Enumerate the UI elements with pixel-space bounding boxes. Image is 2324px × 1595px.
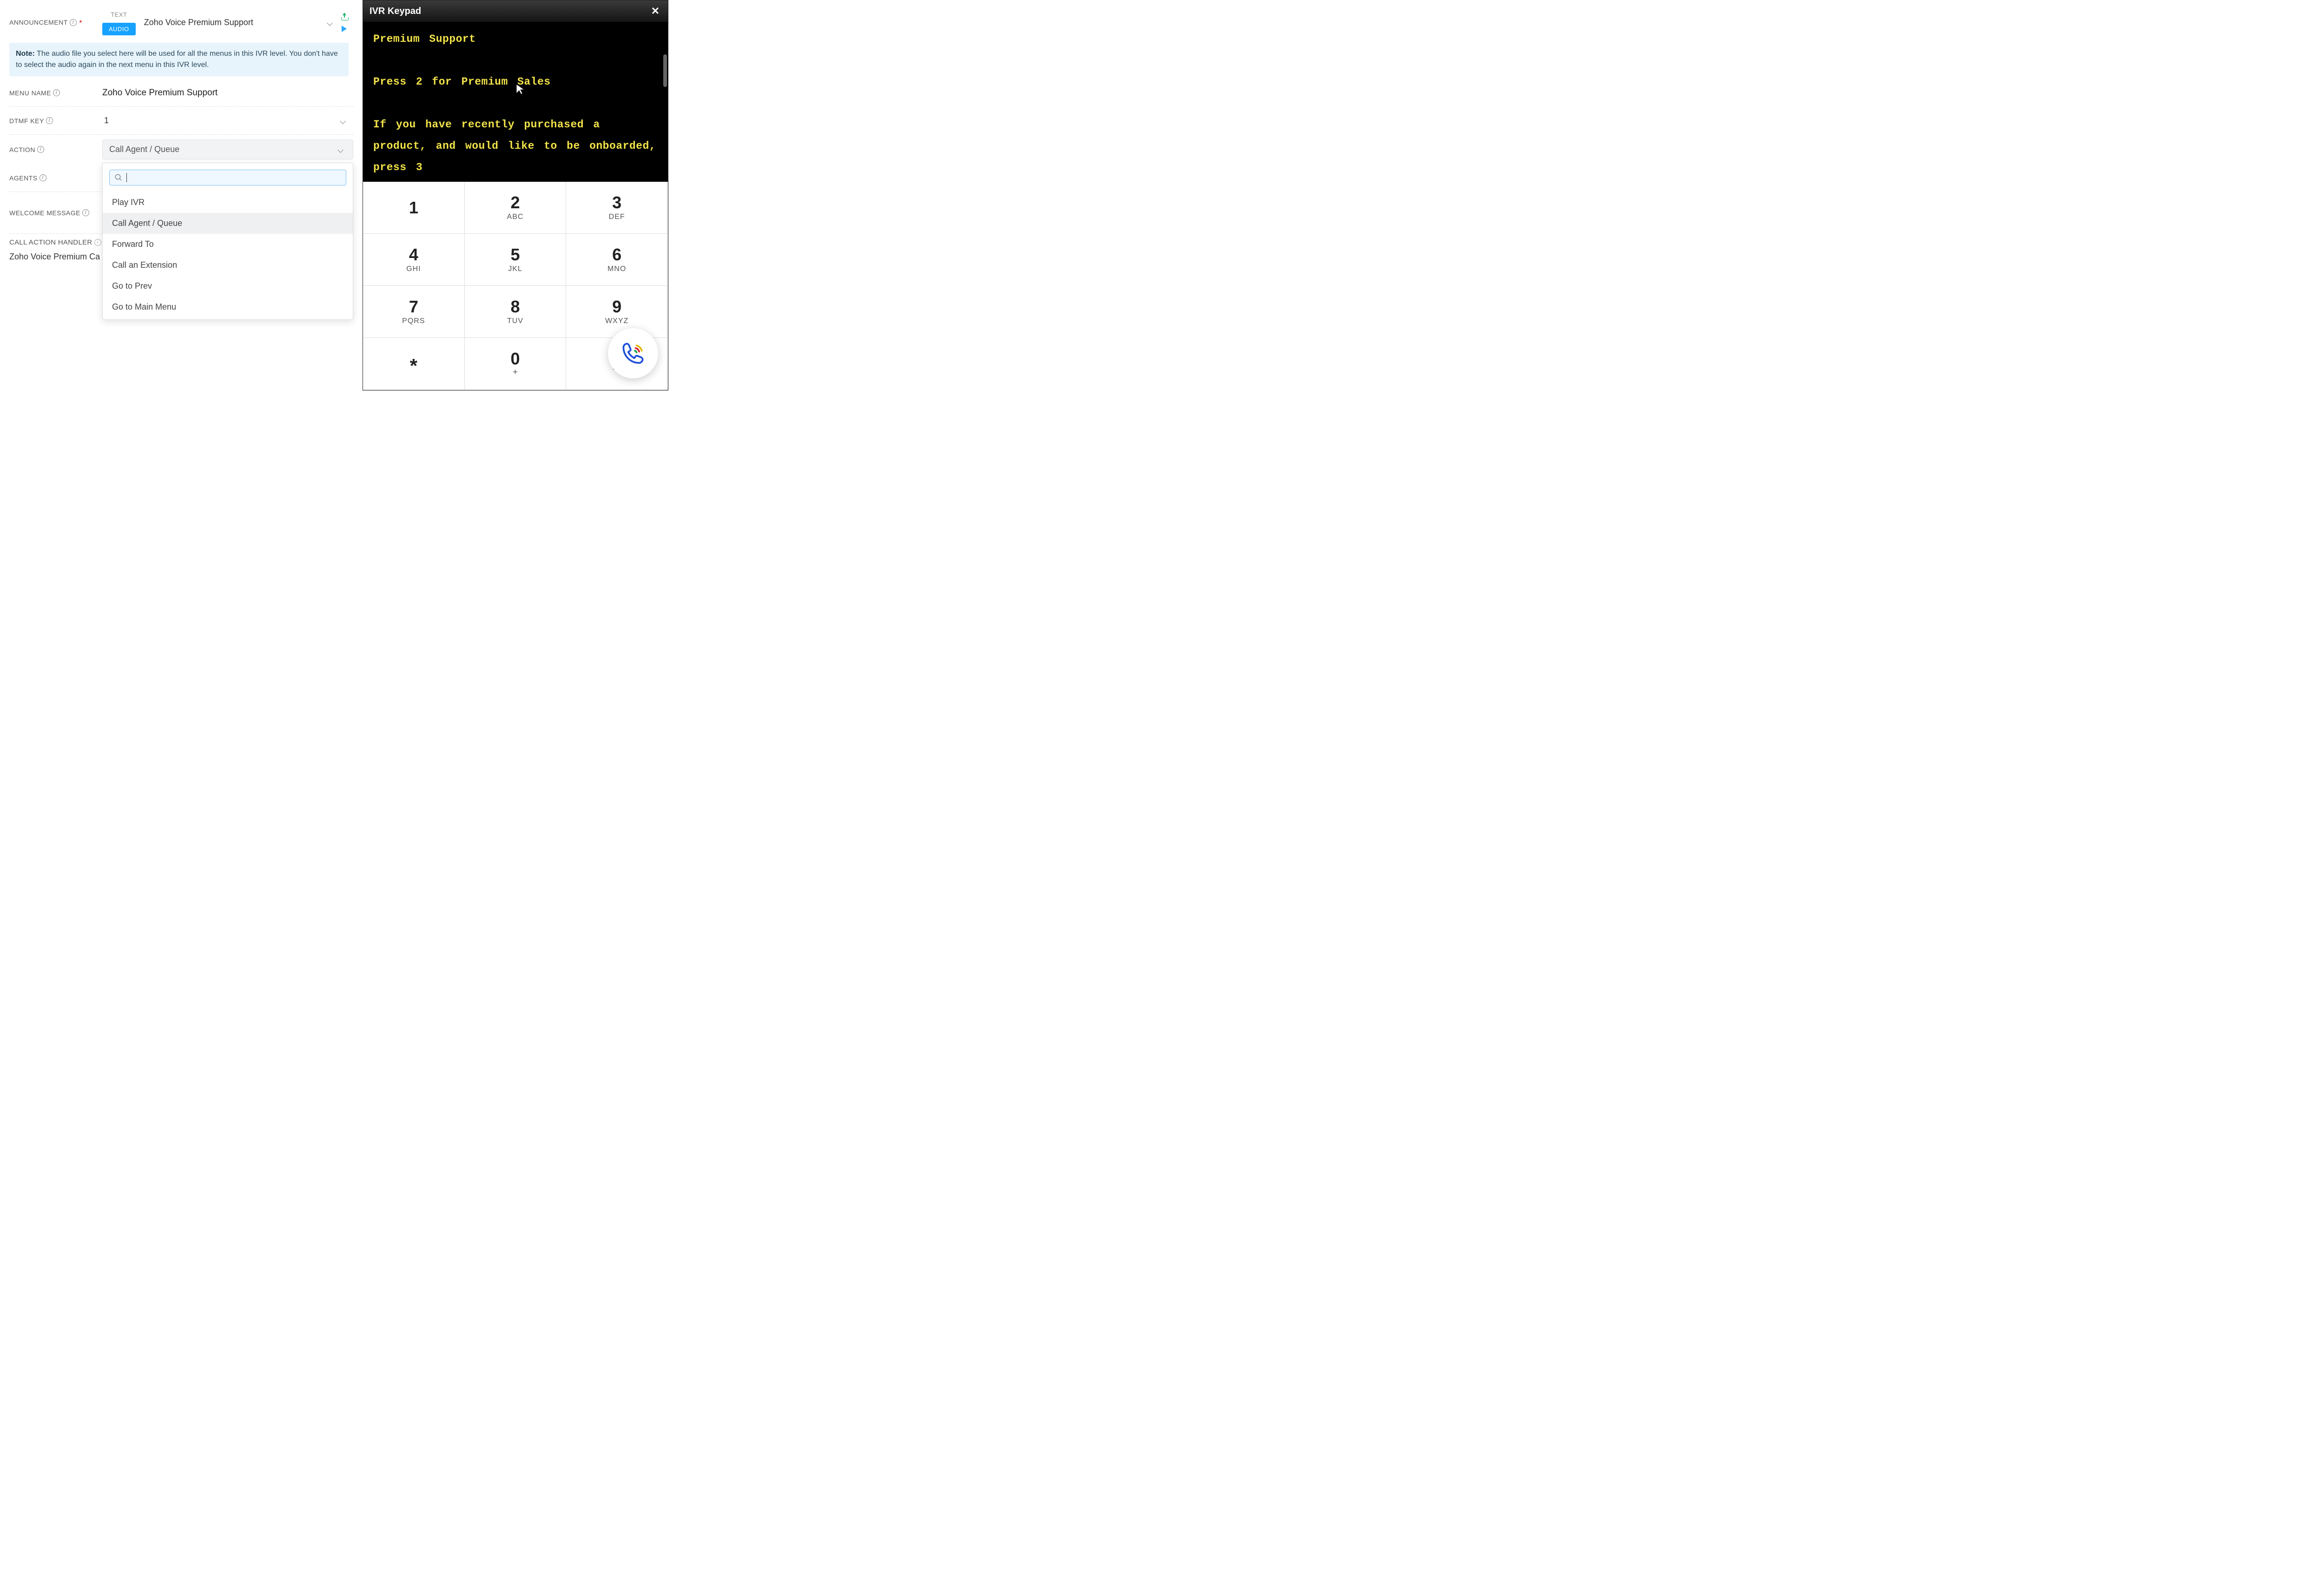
- announcement-label-text: ANNOUNCEMENT: [9, 19, 68, 26]
- key-digit: 9: [612, 298, 621, 315]
- note-body: The audio file you select here will be u…: [16, 50, 338, 69]
- cah-label-text: CALL ACTION HANDLER: [9, 238, 92, 246]
- key-letters: DEF: [609, 213, 625, 221]
- key-digit: 1: [409, 199, 418, 216]
- key-letters: WXYZ: [605, 317, 628, 325]
- action-label: ACTION i: [9, 146, 102, 153]
- dtmf-select[interactable]: 1: [102, 113, 353, 128]
- key-digit: 2: [510, 194, 520, 211]
- welcome-label: WELCOME MESSAGE i: [9, 209, 102, 217]
- search-icon: [114, 173, 123, 182]
- keypad-key-*[interactable]: *: [363, 338, 465, 390]
- info-icon[interactable]: i: [82, 209, 89, 216]
- cursor-icon: [515, 83, 527, 96]
- announcement-audio-value: Zoho Voice Premium Support: [144, 18, 253, 27]
- audio-action-icons: [340, 13, 353, 32]
- action-label-text: ACTION: [9, 146, 35, 153]
- cah-value: Zoho Voice Premium Ca: [9, 252, 100, 262]
- action-selected-value: Call Agent / Queue: [109, 145, 179, 154]
- info-icon[interactable]: i: [46, 117, 53, 124]
- dtmf-label: DTMF KEY i: [9, 117, 102, 125]
- action-option[interactable]: Call Agent / Queue: [103, 213, 353, 234]
- announcement-row: ANNOUNCEMENT i * TEXT AUDIO Zoho Voice P…: [9, 5, 353, 40]
- key-digit: 8: [510, 298, 520, 315]
- chevron-down-icon: [328, 18, 336, 27]
- key-digit: 5: [510, 246, 520, 263]
- audio-tab[interactable]: AUDIO: [102, 23, 136, 35]
- welcome-label-text: WELCOME MESSAGE: [9, 209, 80, 217]
- chevron-down-icon: [338, 145, 346, 154]
- key-digit: *: [410, 352, 417, 376]
- play-icon[interactable]: [342, 26, 347, 32]
- key-letters: ABC: [507, 213, 524, 221]
- ivr-config-panel: ANNOUNCEMENT i * TEXT AUDIO Zoho Voice P…: [0, 0, 353, 390]
- keypad-key-6[interactable]: 6 MNO: [566, 234, 668, 286]
- action-option[interactable]: Play IVR: [103, 192, 353, 213]
- key-digit: 7: [409, 298, 418, 315]
- close-icon[interactable]: ✕: [649, 5, 661, 17]
- menu-name-label-text: MENU NAME: [9, 89, 51, 97]
- action-option[interactable]: Go to Main Menu: [103, 297, 353, 318]
- info-icon[interactable]: i: [40, 174, 46, 181]
- keypad-key-8[interactable]: 8 TUV: [465, 286, 567, 338]
- dtmf-label-text: DTMF KEY: [9, 117, 44, 125]
- call-fab[interactable]: [608, 328, 658, 378]
- action-search-input[interactable]: [127, 173, 341, 182]
- key-digit: 6: [612, 246, 621, 263]
- key-letters: MNO: [607, 265, 626, 273]
- agents-label: AGENTS i: [9, 174, 102, 182]
- keypad-key-9[interactable]: 9 WXYZ: [566, 286, 668, 338]
- key-digit: 3: [612, 194, 621, 211]
- menu-name-input[interactable]: [102, 88, 353, 98]
- key-letters: TUV: [507, 317, 523, 325]
- keypad-key-5[interactable]: 5 JKL: [465, 234, 567, 286]
- action-option[interactable]: Forward To: [103, 234, 353, 255]
- keypad-transcript: Premium Support Press 2 for Premium Sale…: [363, 22, 668, 182]
- phone-icon: [619, 339, 647, 367]
- upload-icon[interactable]: [340, 13, 349, 21]
- info-icon[interactable]: i: [94, 239, 101, 246]
- menu-name-row: MENU NAME i: [9, 79, 353, 107]
- action-select-wrap: Call Agent / Queue Play IVRCall Agent / …: [102, 139, 353, 159]
- chevron-down-icon: [341, 116, 349, 126]
- announcement-audio-select[interactable]: Zoho Voice Premium Support: [142, 15, 340, 30]
- action-option[interactable]: Go to Prev: [103, 276, 353, 297]
- action-row: ACTION i Call Agent / Queue Pla: [9, 135, 353, 164]
- info-icon[interactable]: i: [70, 19, 77, 26]
- key-letters: +: [513, 367, 518, 377]
- announcement-mode-toggle: TEXT AUDIO: [102, 9, 136, 35]
- keypad-key-0[interactable]: 0+: [465, 338, 567, 390]
- info-icon[interactable]: i: [37, 146, 44, 153]
- info-icon[interactable]: i: [53, 89, 60, 96]
- announcement-label: ANNOUNCEMENT i *: [9, 19, 102, 26]
- key-letters: JKL: [508, 265, 522, 273]
- text-tab[interactable]: TEXT: [105, 9, 132, 20]
- transcript-text: Premium Support Press 2 for Premium Sale…: [373, 33, 665, 173]
- key-letters: PQRS: [402, 317, 425, 325]
- keypad-key-4[interactable]: 4 GHI: [363, 234, 465, 286]
- keypad-key-7[interactable]: 7 PQRS: [363, 286, 465, 338]
- keypad-titlebar: IVR Keypad ✕: [363, 0, 668, 22]
- key-digit: 4: [409, 246, 418, 263]
- note-box: Note: The audio file you select here wil…: [9, 43, 349, 76]
- keypad-key-1[interactable]: 1: [363, 182, 465, 234]
- key-digit: 0: [510, 351, 520, 367]
- cah-label: CALL ACTION HANDLER i: [9, 238, 101, 246]
- action-option[interactable]: Call an Extension: [103, 255, 353, 276]
- keypad-title: IVR Keypad: [370, 6, 421, 17]
- action-select[interactable]: Call Agent / Queue: [102, 139, 353, 159]
- dtmf-value: 1: [104, 116, 109, 126]
- note-prefix: Note:: [16, 50, 35, 58]
- agents-label-text: AGENTS: [9, 174, 38, 182]
- action-dropdown: Play IVRCall Agent / QueueForward ToCall…: [102, 163, 353, 320]
- keypad-key-3[interactable]: 3 DEF: [566, 182, 668, 234]
- scrollbar-thumb[interactable]: [663, 54, 667, 87]
- key-letters: GHI: [406, 265, 421, 273]
- menu-name-label: MENU NAME i: [9, 89, 102, 97]
- dtmf-row: DTMF KEY i 1: [9, 107, 353, 135]
- keypad-key-2[interactable]: 2 ABC: [465, 182, 567, 234]
- action-search-field[interactable]: [109, 170, 346, 185]
- required-indicator: *: [79, 19, 82, 26]
